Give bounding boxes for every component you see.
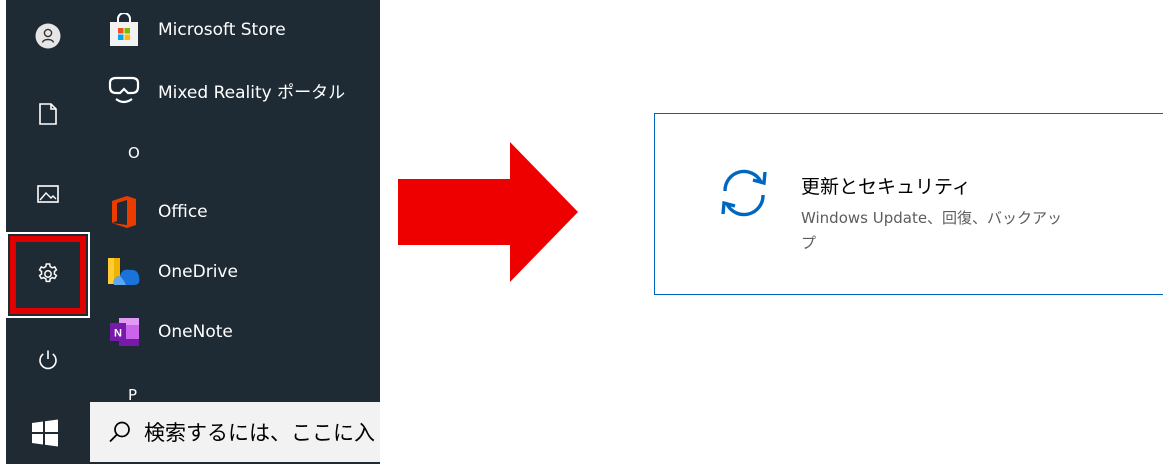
tile-title: 更新とセキュリティ: [801, 176, 971, 198]
taskbar-search-box[interactable]: 検索するには、ここに入: [90, 402, 380, 462]
search-placeholder: 検索するには、ここに入: [144, 421, 375, 445]
app-microsoft-store[interactable]: Microsoft Store: [106, 8, 376, 52]
office-icon: [106, 194, 142, 230]
settings-highlight-box: [10, 236, 86, 314]
app-label: Mixed Reality ポータル: [158, 82, 346, 103]
power-button[interactable]: [24, 336, 72, 384]
documents-icon: [39, 103, 57, 125]
right-arrow-icon: [398, 142, 578, 282]
search-icon: [109, 421, 130, 443]
pictures-button[interactable]: [24, 170, 72, 218]
user-avatar-icon: [35, 23, 61, 49]
svg-text:N: N: [114, 328, 122, 340]
app-label: Microsoft Store: [158, 20, 286, 40]
tile-description: Windows Update、回復、バックアップ: [801, 209, 1063, 252]
mixed-reality-icon: [106, 72, 142, 108]
start-menu-rail: [6, 0, 94, 400]
pictures-icon: [37, 185, 59, 203]
onedrive-icon: [106, 254, 142, 290]
section-letter-o[interactable]: O: [128, 144, 140, 162]
microsoft-store-icon: [106, 12, 142, 48]
app-office[interactable]: Office: [106, 190, 376, 234]
app-onenote[interactable]: N OneNote: [106, 310, 376, 354]
documents-button[interactable]: [24, 90, 72, 138]
app-onedrive[interactable]: OneDrive: [106, 250, 376, 294]
app-label: OneNote: [158, 322, 233, 342]
app-mixed-reality-portal[interactable]: Mixed Reality ポータル: [106, 68, 376, 112]
sync-arrows-icon: [721, 169, 767, 217]
app-label: OneDrive: [158, 262, 238, 282]
user-avatar-button[interactable]: [24, 12, 72, 60]
app-label: Office: [158, 202, 208, 222]
update-security-tile[interactable]: 更新とセキュリティ Windows Update、回復、バックアップ: [654, 113, 1163, 295]
app-list: Microsoft Store Mixed Reality ポータル O Off…: [106, 0, 380, 404]
start-button[interactable]: [30, 418, 60, 448]
power-icon: [39, 350, 57, 370]
windows-logo-icon: [32, 419, 58, 447]
onenote-icon: N: [106, 314, 142, 350]
